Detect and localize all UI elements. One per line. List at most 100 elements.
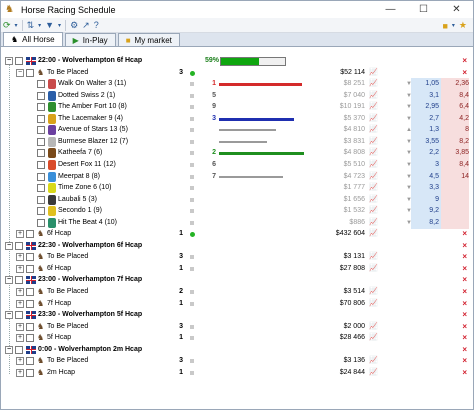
chart-icon[interactable]: 📈 — [369, 230, 378, 238]
market-row[interactable]: + ♞ To Be Placed 2 $3 514 📈 × — [3, 286, 469, 298]
runner-row[interactable]: Desert Fox 11 (12) 6 $5 510 📈 ▼ 3 8,4 — [3, 158, 469, 171]
chart-icon[interactable]: 📈 — [369, 173, 378, 181]
dropdown-icon[interactable]: ▾ — [13, 19, 20, 32]
chart-icon[interactable]: 📈 — [369, 369, 378, 377]
runner-checkbox[interactable] — [37, 195, 45, 204]
runner-row[interactable]: Walk On Walter 3 (11) 1 $8 251 📈 ▼ 1,05 2,36 — [3, 78, 469, 91]
event-checkbox[interactable] — [15, 276, 23, 285]
runner-row[interactable]: Secondo 1 (9) $1 532 📈 ▼ 9,2 — [3, 205, 469, 218]
expand-toggle[interactable]: + — [16, 230, 24, 239]
expand-toggle[interactable]: − — [16, 68, 24, 77]
back-odds[interactable]: 9 — [411, 193, 441, 206]
chart-icon[interactable]: 📈 — [369, 184, 378, 192]
market-row[interactable]: + ♞ 7f Hcap 1 $70 806 📈 × — [3, 298, 469, 310]
event-checkbox[interactable] — [15, 345, 23, 354]
close-icon[interactable]: × — [462, 332, 467, 344]
chart-icon[interactable]: 📈 — [369, 265, 378, 273]
lay-odds[interactable]: 8 — [441, 124, 469, 137]
runner-row[interactable]: The Amber Fort 10 (8) 9 $10 191 📈 ▼ 2,95 6,4 — [3, 101, 469, 114]
chart-icon[interactable]: 📈 — [369, 300, 378, 308]
back-odds[interactable]: 8,2 — [411, 216, 441, 229]
runner-row[interactable]: Meerpat 8 (8) 7 $4 723 📈 ▼ 4,5 14 — [3, 170, 469, 183]
maximize-button[interactable]: ☐ — [407, 1, 440, 18]
chart-icon[interactable]: 📈 — [369, 69, 378, 77]
runner-checkbox[interactable] — [37, 80, 45, 89]
lay-odds[interactable]: 14 — [441, 170, 469, 183]
back-odds[interactable]: 3 — [411, 158, 441, 171]
chart-icon[interactable]: 📈 — [369, 219, 378, 227]
event-checkbox[interactable] — [15, 241, 23, 250]
collapse-toggle[interactable]: − — [5, 311, 13, 320]
chart-icon[interactable]: 📈 — [369, 92, 378, 100]
collapse-toggle[interactable]: − — [5, 345, 13, 354]
close-icon[interactable]: × — [462, 286, 467, 298]
market-checkbox[interactable] — [26, 230, 34, 239]
expand-toggle[interactable]: + — [16, 368, 24, 377]
expand-toggle[interactable]: + — [16, 334, 24, 343]
runner-row[interactable]: Avenue of Stars 13 (5) $4 810 📈 ▲ 1,3 8 — [3, 124, 469, 137]
close-icon[interactable]: × — [462, 67, 467, 79]
chart-icon[interactable]: 📈 — [369, 334, 378, 342]
chart-icon[interactable]: 📈 — [369, 323, 378, 331]
event-row[interactable]: − 23:00 - Wolverhampton 7f Hcap × — [3, 274, 469, 286]
chart-icon[interactable]: 📈 — [369, 161, 378, 169]
runner-checkbox[interactable] — [37, 114, 45, 123]
expand-toggle[interactable]: + — [16, 357, 24, 366]
runner-checkbox[interactable] — [37, 103, 45, 112]
back-odds[interactable]: 2,7 — [411, 112, 441, 125]
chart-icon[interactable]: 📈 — [369, 103, 378, 111]
close-icon[interactable]: × — [462, 274, 467, 286]
chart-icon[interactable]: 📈 — [369, 207, 378, 215]
market-checkbox[interactable] — [26, 288, 34, 296]
event-row[interactable]: − 22:30 - Wolverhampton 6f Hcap × — [3, 240, 469, 252]
market-row[interactable]: + ♞ To Be Placed 3 $2 000 📈 × — [3, 321, 469, 333]
market-checkbox[interactable] — [26, 368, 34, 377]
event-checkbox[interactable] — [15, 57, 23, 65]
tab-in-play[interactable]: ▶ In-Play — [64, 33, 116, 46]
chart-icon[interactable]: 📈 — [369, 138, 378, 146]
lay-odds[interactable] — [441, 205, 469, 218]
back-odds[interactable]: 9,2 — [411, 205, 441, 218]
close-icon[interactable]: × — [462, 298, 467, 310]
market-row[interactable]: + ♞ To Be Placed 3 $3 131 📈 × — [3, 251, 469, 263]
lay-odds[interactable] — [441, 216, 469, 229]
market-row[interactable]: − ♞ To Be Placed 3 $52 114 📈 × — [3, 67, 469, 79]
back-odds[interactable]: 1,05 — [411, 78, 441, 91]
expand-toggle[interactable]: + — [16, 299, 24, 308]
help-icon[interactable]: ? — [92, 19, 101, 32]
chart-icon[interactable]: 📈 — [369, 288, 378, 296]
refresh-icon[interactable]: ⟳ — [1, 19, 13, 32]
runner-row[interactable]: Laubali 5 (3) $1 656 📈 ▼ 9 — [3, 193, 469, 206]
back-odds[interactable]: 3,3 — [411, 182, 441, 195]
runner-checkbox[interactable] — [37, 137, 45, 146]
runner-checkbox[interactable] — [37, 184, 45, 193]
market-checkbox[interactable] — [26, 322, 34, 331]
runner-row[interactable]: Dotted Swiss 2 (1) 5 $7 040 📈 ▼ 3,1 8,4 — [3, 89, 469, 102]
back-odds[interactable]: 1,3 — [411, 124, 441, 137]
market-checkbox[interactable] — [26, 299, 34, 308]
runner-row[interactable]: Katheefa 7 (6) 2 $4 808 📈 ▼ 2,2 3,85 — [3, 147, 469, 160]
runner-checkbox[interactable] — [37, 91, 45, 100]
market-checkbox[interactable] — [26, 264, 34, 273]
market-checkbox[interactable] — [26, 253, 34, 262]
close-icon[interactable]: × — [462, 55, 467, 67]
back-odds[interactable]: 2,95 — [411, 101, 441, 114]
chart-icon[interactable]: 📈 — [369, 357, 378, 365]
close-icon[interactable]: × — [462, 251, 467, 263]
close-icon[interactable]: × — [462, 228, 467, 240]
lay-odds[interactable] — [441, 193, 469, 206]
market-row[interactable]: + ♞ 6f Hcap 1 $27 808 📈 × — [3, 263, 469, 275]
runner-row[interactable]: The Lacemaker 9 (4) 3 $5 370 📈 ▼ 2,7 4,2 — [3, 112, 469, 125]
market-row[interactable]: + ♞ To Be Placed 3 $3 136 📈 × — [3, 355, 469, 367]
back-odds[interactable]: 4,5 — [411, 170, 441, 183]
collapse-toggle[interactable]: − — [5, 241, 13, 250]
back-odds[interactable]: 3,1 — [411, 89, 441, 102]
chart-icon[interactable]: 📈 — [369, 253, 378, 261]
lay-odds[interactable]: 8,2 — [441, 135, 469, 148]
expand-toggle[interactable]: + — [16, 288, 24, 296]
market-row[interactable]: + ♞ 5f Hcap 1 $28 466 📈 × — [3, 332, 469, 344]
export-icon[interactable]: ↗ — [80, 19, 92, 32]
expand-toggle[interactable]: + — [16, 253, 24, 262]
back-odds[interactable]: 2,2 — [411, 147, 441, 160]
runner-checkbox[interactable] — [37, 149, 45, 158]
